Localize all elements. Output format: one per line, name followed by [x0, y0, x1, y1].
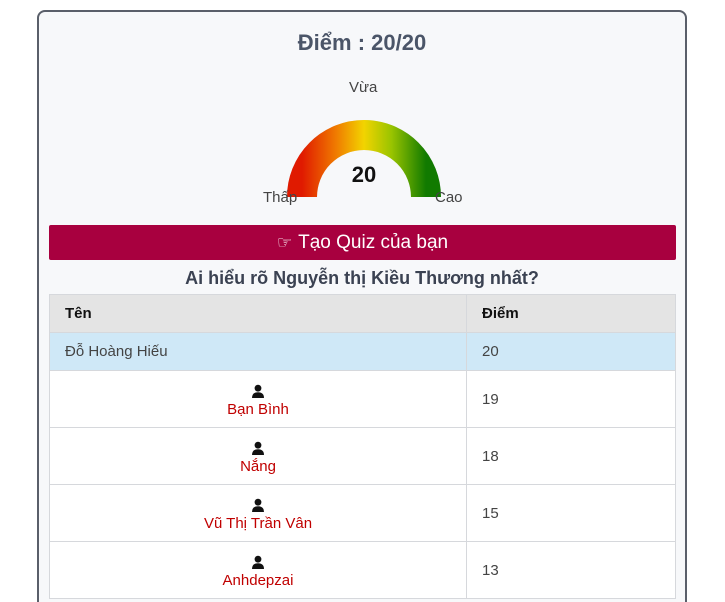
column-header-name: Tên [49, 294, 467, 333]
leaderboard-title: Ai hiểu rõ Nguyễn thị Kiều Thương nhất? [185, 268, 539, 288]
player-name-cell: Anhdepzai [49, 541, 467, 599]
score-title: Điểm : 20/20 [297, 30, 427, 55]
table-row-top: Đỗ Hoàng Hiếu 20 [49, 332, 676, 371]
top-player-score: 20 [466, 332, 676, 371]
player-score: 13 [466, 541, 676, 599]
player-name-cell: Bạn Bình [49, 370, 467, 428]
create-quiz-button[interactable]: ☞ Tạo Quiz của bạn [49, 225, 676, 260]
table-row: Bạn Bình 19 [49, 370, 676, 428]
table-header-row: Tên Điểm [49, 294, 676, 333]
player-name-cell: Vũ Thị Trần Vân [49, 484, 467, 542]
top-player-name: Đỗ Hoàng Hiếu [49, 332, 467, 371]
player-name-cell: Nắng [49, 427, 467, 485]
column-header-score: Điểm [466, 294, 676, 333]
score-gauge: Vừa 20 Thấp Cao [246, 72, 482, 222]
table-row: Vũ Thị Trần Vân 15 [49, 484, 676, 542]
player-score: 15 [466, 484, 676, 542]
user-icon [252, 441, 264, 455]
gauge-value: 20 [351, 162, 377, 187]
player-score: 19 [466, 370, 676, 428]
player-name-link[interactable]: Anhdepzai [223, 572, 294, 589]
table-row: Nắng 18 [49, 427, 676, 485]
gauge-low-label: Thấp [263, 189, 298, 206]
create-quiz-label: Tạo Quiz của bạn [298, 231, 449, 253]
gauge-mid-label: Vừa [349, 79, 378, 96]
hand-pointing-icon: ☞ [276, 232, 293, 252]
user-icon [252, 498, 264, 512]
player-score: 18 [466, 427, 676, 485]
player-name-link[interactable]: Nắng [240, 458, 276, 475]
player-name-link[interactable]: Vũ Thị Trần Vân [204, 515, 312, 532]
table-row: Anhdepzai 13 [49, 541, 676, 599]
player-name-link[interactable]: Bạn Bình [227, 401, 289, 418]
result-card: Điểm : 20/20 Vừa 20 Thấp Cao ☞ Tạo Quiz … [37, 10, 687, 602]
user-icon [252, 384, 264, 398]
user-icon [252, 555, 264, 569]
leaderboard-table: Tên Điểm Đỗ Hoàng Hiếu 20 Bạn Bình 19 Nắng… [49, 294, 676, 599]
gauge-high-label: Cao [435, 189, 463, 206]
